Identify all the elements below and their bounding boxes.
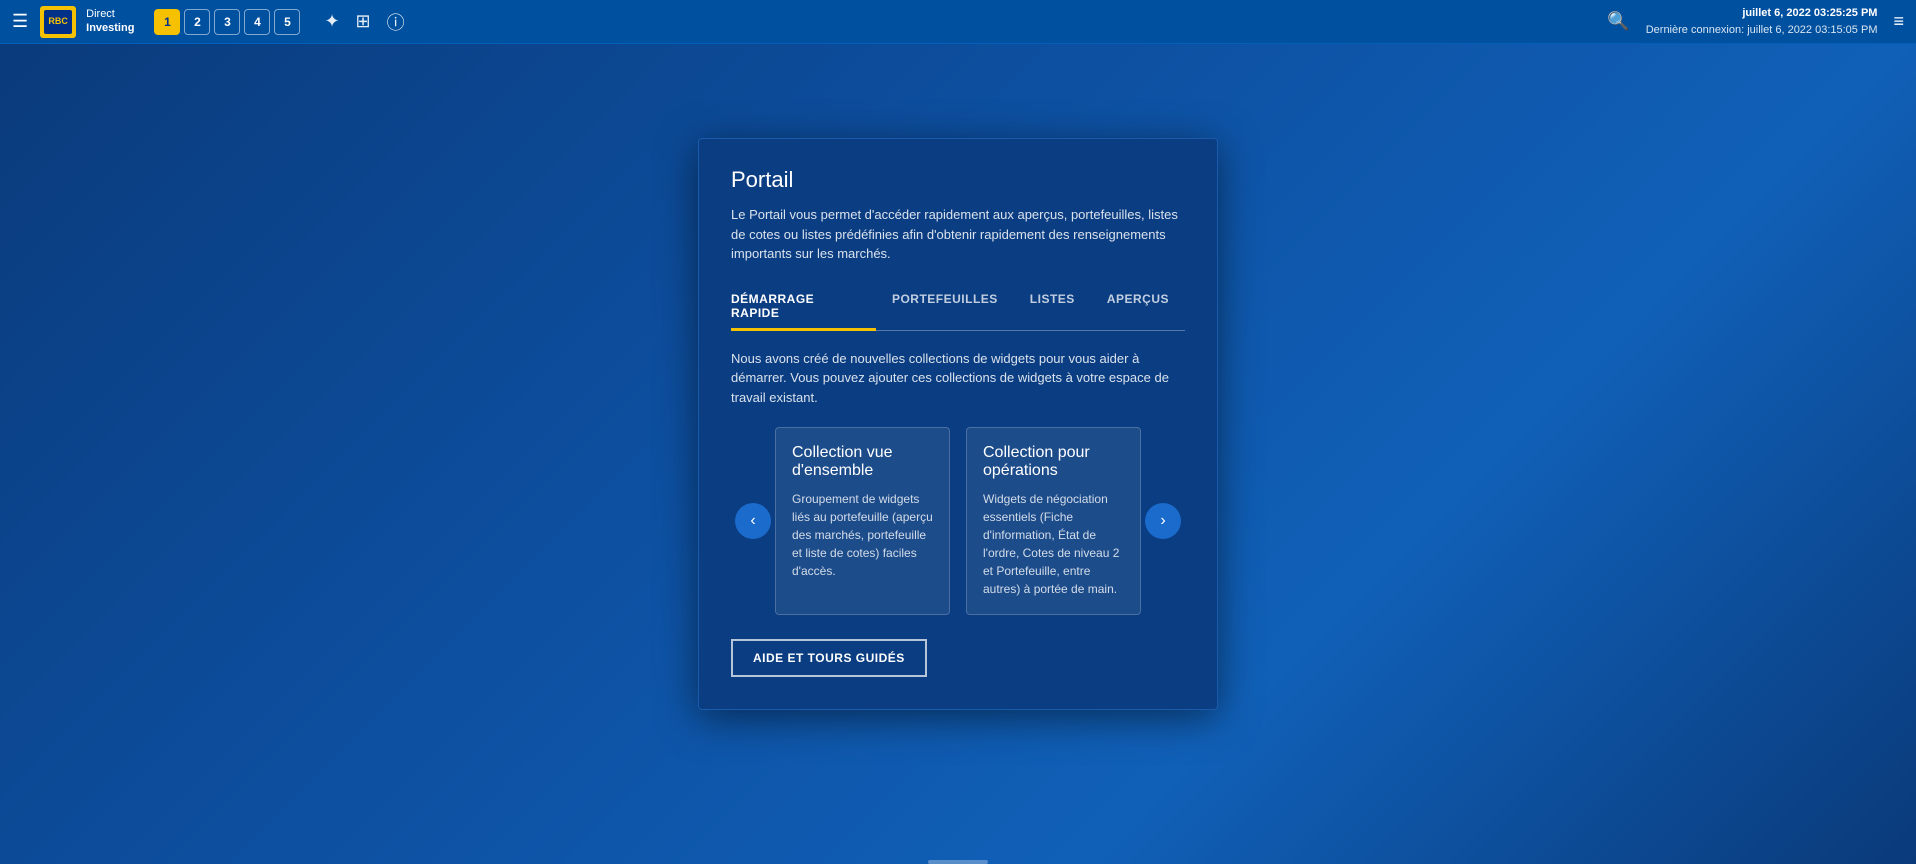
topbar: ☰ RBC Direct Investing 1 2 3 4 5 ✦ ⊞ ⓘ � xyxy=(0,0,1916,44)
workspace-tab-1[interactable]: 1 xyxy=(154,9,180,35)
workspace-tab-4[interactable]: 4 xyxy=(244,9,270,35)
tab-apercus[interactable]: APERÇUS xyxy=(1091,284,1185,330)
workspace-tab-3[interactable]: 3 xyxy=(214,9,240,35)
brand-direct: Direct xyxy=(86,8,134,21)
workspace-tabs: 1 2 3 4 5 xyxy=(154,9,300,35)
carousel-next-button[interactable]: › xyxy=(1145,503,1181,539)
card-vue-ensemble-description: Groupement de widgets liés au portefeuil… xyxy=(792,490,933,580)
portail-tabs: DÉMARRAGE RAPIDE PORTEFEUILLES LISTES AP… xyxy=(731,284,1185,331)
topbar-tools: ✦ ⊞ ⓘ xyxy=(324,9,404,35)
carousel-prev-button[interactable]: ‹ xyxy=(735,503,771,539)
card-vue-ensemble: Collection vue d'ensemble Groupement de … xyxy=(775,427,950,615)
brand-investing: Investing xyxy=(86,22,134,35)
bottom-scrollbar xyxy=(928,860,988,864)
portail-description: Le Portail vous permet d'accéder rapidem… xyxy=(731,205,1185,264)
person-tool-icon[interactable]: ✦ xyxy=(324,11,339,32)
tab-demarrage-rapide[interactable]: DÉMARRAGE RAPIDE xyxy=(731,284,876,330)
cards-container: Collection vue d'ensemble Groupement de … xyxy=(775,427,1141,615)
workspace-tab-5[interactable]: 5 xyxy=(274,9,300,35)
card-vue-ensemble-title: Collection vue d'ensemble xyxy=(792,444,933,480)
rbc-logo-inner: RBC xyxy=(44,10,72,34)
brand-text: Direct Investing xyxy=(86,8,134,34)
tab-portefeuilles[interactable]: PORTEFEUILLES xyxy=(876,284,1014,330)
main-content: Portail Le Portail vous permet d'accéder… xyxy=(0,44,1916,864)
rbc-logo-text: RBC xyxy=(48,17,68,26)
cards-wrapper: ‹ Collection vue d'ensemble Groupement d… xyxy=(731,427,1185,615)
card-operations: Collection pour opérations Widgets de né… xyxy=(966,427,1141,615)
rbc-logo[interactable]: RBC xyxy=(40,6,76,38)
hamburger-icon[interactable]: ☰ xyxy=(12,11,28,32)
portail-title: Portail xyxy=(731,167,1185,193)
aide-tours-guides-button[interactable]: AIDE ET TOURS GUIDÉS xyxy=(731,639,927,677)
search-icon[interactable]: 🔍 xyxy=(1607,11,1629,32)
topbar-right: 🔍 juillet 6, 2022 03:25:25 PM Dernière c… xyxy=(1607,5,1904,38)
portail-dialog: Portail Le Portail vous permet d'accéder… xyxy=(698,138,1218,710)
last-login: Dernière connexion: juillet 6, 2022 03:1… xyxy=(1646,22,1878,39)
tab-listes[interactable]: LISTES xyxy=(1014,284,1091,330)
workspace-tab-2[interactable]: 2 xyxy=(184,9,210,35)
card-operations-title: Collection pour opérations xyxy=(983,444,1124,480)
tabs-description: Nous avons créé de nouvelles collections… xyxy=(731,349,1185,408)
topbar-left: ☰ RBC Direct Investing 1 2 3 4 5 ✦ ⊞ ⓘ xyxy=(12,6,405,38)
current-time: juillet 6, 2022 03:25:25 PM xyxy=(1646,5,1878,22)
layout-icon[interactable]: ⊞ xyxy=(356,11,371,32)
card-operations-description: Widgets de négociation essentiels (Fiche… xyxy=(983,490,1124,598)
datetime-display: juillet 6, 2022 03:25:25 PM Dernière con… xyxy=(1646,5,1878,38)
info-icon[interactable]: ⓘ xyxy=(387,9,405,35)
overflow-menu-icon[interactable]: ≡ xyxy=(1893,11,1904,32)
